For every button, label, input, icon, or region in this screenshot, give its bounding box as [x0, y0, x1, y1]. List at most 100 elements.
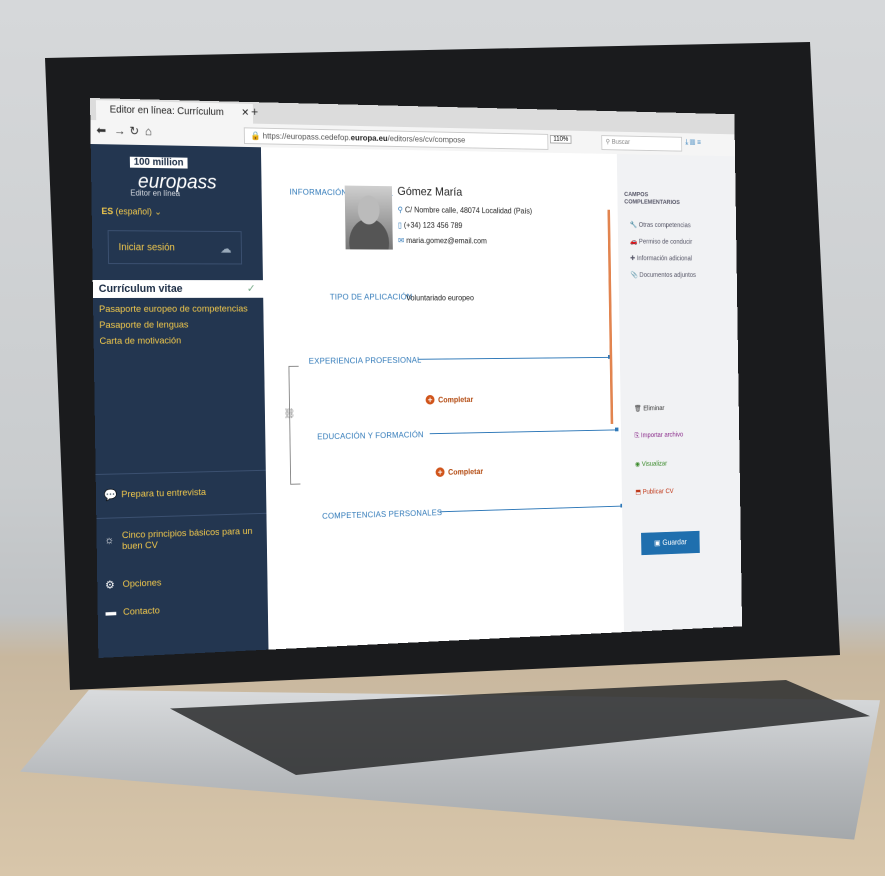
- chat-icon: 💬: [103, 489, 118, 502]
- zoom-level[interactable]: 110%: [549, 134, 572, 144]
- driving-license-item[interactable]: 🚗 Permiso de conducir: [630, 238, 692, 246]
- phone[interactable]: ▯ (+34) 123 456 789: [398, 221, 463, 230]
- attachments-item[interactable]: 📎 Documentos adjuntos: [630, 271, 696, 279]
- publish-icon: ⬒: [635, 489, 642, 496]
- forward-icon[interactable]: →: [114, 124, 126, 138]
- message-icon: ▬: [105, 606, 117, 619]
- education-line: [429, 429, 617, 435]
- cloud-icon: ☁: [220, 241, 232, 256]
- browser-search-input[interactable]: ⚲ Buscar: [601, 135, 683, 152]
- help-section: ☼ Cinco principios básicos para un buen …: [96, 512, 269, 658]
- experience-line: [417, 356, 610, 360]
- attachments-label: Documentos adjuntos: [639, 272, 697, 279]
- education-label: EDUCACIÓN Y FORMACIÓN: [317, 429, 424, 442]
- nav-item-language-passport[interactable]: Pasaporte de lenguas: [99, 320, 188, 331]
- gear-icon: ⚙: [105, 579, 115, 592]
- publish-button[interactable]: ⬒ Publicar CV: [635, 487, 673, 496]
- nav-item-cv[interactable]: Currículum vitae ✓: [92, 280, 264, 298]
- complete-label: Completar: [438, 395, 474, 405]
- principles-link[interactable]: Cinco principios básicos para un buen CV: [122, 526, 253, 552]
- close-icon[interactable]: ✕: [241, 104, 249, 124]
- preview-button[interactable]: ◉ Visualizar: [635, 460, 667, 468]
- extra-fields-title-line1: CAMPOS: [624, 191, 649, 199]
- right-panel: CAMPOS COMPLEMENTARIOS 🔧 Otras competenc…: [616, 154, 743, 633]
- complete-experience-button[interactable]: + Completar: [425, 394, 474, 405]
- lightbulb-icon: ☼: [104, 534, 115, 547]
- additional-info-label: Información adicional: [636, 255, 693, 263]
- search-icon: ⚲: [605, 138, 611, 146]
- email-text: maria.gomez@email.com: [406, 236, 487, 246]
- address-text: C/ Nombre calle, 48074 Localidad (País): [404, 205, 533, 216]
- laptop-scene: Editor en línea: Currículum ✕ + ⬅ → ↻ ⌂ …: [0, 0, 885, 876]
- delete-label: Eliminar: [643, 405, 665, 413]
- new-tab-icon[interactable]: +: [251, 104, 258, 119]
- application-type-value[interactable]: Voluntariado europeo: [406, 294, 474, 303]
- chevron-down-icon: ⌄: [154, 206, 162, 217]
- complete-education-button[interactable]: + Completar: [435, 466, 484, 478]
- home-icon[interactable]: ⌂: [145, 124, 152, 138]
- import-icon: ⎘: [634, 432, 640, 440]
- section-bracket: [288, 365, 301, 485]
- profile-photo[interactable]: [344, 185, 393, 250]
- options-link[interactable]: Opciones: [123, 578, 162, 590]
- search-placeholder: Buscar: [611, 139, 631, 146]
- language-name: (español): [115, 206, 153, 217]
- interview-link[interactable]: Prepara tu entrevista: [121, 487, 206, 500]
- other-skills-item[interactable]: 🔧 Otras competencias: [630, 221, 691, 229]
- browser-window: Editor en línea: Currículum ✕ + ⬅ → ↻ ⌂ …: [90, 98, 743, 658]
- url-path: /editors/es/cv/compose: [387, 133, 466, 145]
- other-skills-label: Otras competencias: [638, 222, 691, 230]
- login-button[interactable]: Iniciar sesión ☁: [107, 230, 243, 265]
- language-code: ES: [101, 206, 114, 217]
- save-label: Guardar: [662, 537, 687, 547]
- complete-label: Completar: [448, 467, 484, 477]
- screen-wrapper: Editor en línea: Currículum ✕ + ⬅ → ↻ ⌂ …: [90, 89, 849, 678]
- trash-icon: 🗑: [634, 405, 642, 413]
- eye-icon: ◉: [634, 461, 641, 469]
- link-icon[interactable]: ⛓: [284, 409, 296, 420]
- email-icon: ✉: [398, 236, 405, 245]
- download-icon[interactable]: ⤓ ▥ ≡: [685, 138, 701, 148]
- experience-label: EXPERIENCIA PROFESIONAL: [308, 354, 422, 366]
- additional-info-item[interactable]: ✚ Información adicional: [630, 255, 693, 263]
- cv-editor: INFORMACIÓN PERSONAL Gómez María ⚲ C/ No…: [260, 147, 624, 650]
- wrench-icon: 🔧: [629, 222, 638, 229]
- logo-subtitle: Editor en línea: [130, 188, 181, 199]
- email[interactable]: ✉ maria.gomez@email.com: [398, 236, 487, 245]
- plus-icon: +: [435, 467, 445, 478]
- location-icon: ⚲: [397, 205, 403, 215]
- nav-item-cover-letter[interactable]: Carta de motivación: [99, 335, 181, 347]
- application-type-label: TIPO DE APLICACIÓN: [329, 291, 413, 302]
- login-label: Iniciar sesión: [118, 242, 175, 254]
- skills-line: [439, 505, 624, 513]
- logo-badge: 100 million: [129, 156, 188, 169]
- import-button[interactable]: ⎘ Importar archivo: [635, 432, 684, 440]
- address[interactable]: ⚲ C/ Nombre calle, 48074 Localidad (País…: [398, 205, 533, 215]
- section-indicator-bar: [607, 209, 614, 424]
- phone-icon: ▯: [397, 220, 402, 230]
- person-name[interactable]: Gómez María: [397, 184, 462, 198]
- driving-license-label: Permiso de conducir: [638, 238, 693, 246]
- principles-line2: buen CV: [121, 539, 158, 553]
- plus-icon: ✚: [630, 255, 636, 262]
- delete-button[interactable]: 🗑 Eliminar: [634, 404, 664, 412]
- back-icon[interactable]: ⬅: [96, 123, 106, 137]
- floppy-icon: ▣: [654, 538, 661, 548]
- save-button[interactable]: ▣ Guardar: [641, 530, 700, 556]
- tab-title: Editor en línea: Currículum: [109, 104, 224, 119]
- url-prefix: https://europass.cedefop.: [262, 130, 351, 143]
- preview-label: Visualizar: [641, 460, 668, 468]
- contact-link[interactable]: Contacto: [123, 605, 160, 618]
- interview-section: 💬 Prepara tu entrevista: [95, 469, 267, 519]
- nav-item-skills-passport[interactable]: Pasaporte europeo de competencias: [99, 304, 248, 315]
- nav-active-label: Currículum vitae: [98, 283, 183, 295]
- paperclip-icon: 📎: [630, 272, 638, 279]
- phone-text: (+34) 123 456 789: [403, 220, 463, 230]
- language-selector[interactable]: ES (español) ⌄: [101, 206, 161, 218]
- reload-icon[interactable]: ↻: [129, 124, 139, 138]
- plus-icon: +: [425, 394, 435, 405]
- extra-fields-title-line2: COMPLEMENTARIOS: [624, 198, 680, 206]
- url-domain: europa.eu: [350, 132, 388, 143]
- sidebar: 100 million europass Editor en línea ES …: [90, 144, 269, 658]
- url-bar[interactable]: 🔒 https://europass.cedefop.europa.eu/edi…: [243, 127, 549, 150]
